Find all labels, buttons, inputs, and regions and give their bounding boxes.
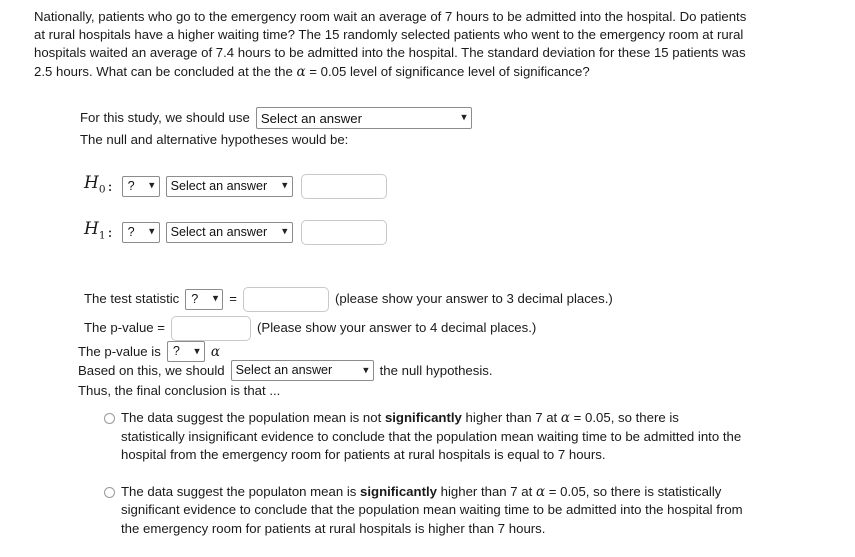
test-statistic-type-select-wrapper[interactable]: ? <box>185 288 224 310</box>
alpha-symbol: α <box>296 63 306 80</box>
problem-paragraph-tail: = 0.05 level of significance level of si… <box>305 63 590 79</box>
alpha-symbol: α <box>535 483 546 500</box>
hypothesis-alt-colon: : <box>107 223 113 241</box>
emphasis-significantly: significantly <box>360 483 437 499</box>
p-value-comparison-label: The p-value is <box>78 343 161 359</box>
hypothesis-null-param-select-wrapper[interactable]: ? <box>121 175 160 197</box>
conclusion-options-group: The data suggest the population mean is … <box>0 409 855 539</box>
test-statistic-row: The test statistic ? = (please show your… <box>84 284 855 314</box>
hypothesis-alt-relation-select-wrapper[interactable]: Select an answer <box>165 221 293 243</box>
study-method-select[interactable]: Select an answer <box>255 107 472 129</box>
p-value-row: The p-value = (Please show your answer t… <box>84 314 855 342</box>
emphasis-significantly: significantly <box>384 410 462 425</box>
question-body: For this study, we should use Select an … <box>0 106 855 557</box>
hypothesis-alt-value-input[interactable] <box>300 219 387 245</box>
decision-suffix-label: the null hypothesis. <box>379 362 493 378</box>
p-value-alpha-symbol: α <box>210 343 220 360</box>
problem-statement: Nationally, patients who go to the emerg… <box>34 8 756 81</box>
hypothesis-alt-row: H1 : ? Select an answer <box>84 214 855 250</box>
decision-select[interactable]: Select an answer <box>230 360 374 381</box>
p-value-input[interactable] <box>171 315 252 341</box>
p-value-comparison-select[interactable]: ? <box>166 341 205 362</box>
p-value-hint: (Please show your answer to 4 decimal pl… <box>257 320 537 335</box>
conclusion-prompt-row: Thus, the final conclusion is that ... <box>78 380 855 401</box>
p-value-label: The p-value = <box>84 320 166 335</box>
hypothesis-null-value-input[interactable] <box>300 173 387 199</box>
conclusion-prompt-label: Thus, the final conclusion is that ... <box>78 382 281 398</box>
decision-row: Based on this, we should Select an answe… <box>78 360 855 381</box>
hypothesis-null-colon: : <box>107 177 113 195</box>
hypothesis-alt-label: H1 <box>84 218 106 242</box>
study-method-label: For this study, we should use <box>80 110 250 125</box>
hypothesis-null-param-select[interactable]: ? <box>121 175 160 197</box>
conclusion-option-1-label: The data suggest the population mean is … <box>121 410 742 463</box>
decision-prefix-label: Based on this, we should <box>78 362 225 378</box>
hypothesis-alt-param-select-wrapper[interactable]: ? <box>121 221 160 243</box>
test-statistic-hint: (please show your answer to 3 decimal pl… <box>334 291 613 306</box>
test-statistic-type-select[interactable]: ? <box>185 288 224 310</box>
conclusion-option-2-label: The data suggest the populaton mean is s… <box>121 483 743 536</box>
hypothesis-null-relation-select-wrapper[interactable]: Select an answer <box>165 175 293 197</box>
statistics-block: The test statistic ? = (please show your… <box>0 284 855 401</box>
radio-button-icon[interactable] <box>104 486 115 498</box>
test-statistic-equals: = <box>229 291 237 306</box>
radio-button-icon[interactable] <box>104 413 115 424</box>
study-method-row: For this study, we should use Select an … <box>80 106 855 130</box>
conclusion-option-1[interactable]: The data suggest the population mean is … <box>104 409 744 465</box>
alpha-symbol: α <box>560 410 570 426</box>
p-value-comparison-row: The p-value is ? α <box>78 341 855 362</box>
hypothesis-null-label: H0 <box>84 172 106 196</box>
hypothesis-null-relation-select[interactable]: Select an answer <box>165 175 293 197</box>
decision-select-wrapper[interactable]: Select an answer <box>230 360 374 381</box>
test-statistic-input[interactable] <box>242 286 329 312</box>
p-value-comparison-select-wrapper[interactable]: ? <box>166 341 205 362</box>
hypothesis-alt-relation-select[interactable]: Select an answer <box>165 221 293 243</box>
conclusion-option-2[interactable]: The data suggest the populaton mean is s… <box>104 483 744 539</box>
hypotheses-prompt-label: The null and alternative hypotheses woul… <box>80 132 349 147</box>
hypothesis-null-row: H0 : ? Select an answer <box>84 168 855 204</box>
study-method-select-wrapper[interactable]: Select an answer <box>255 107 472 129</box>
test-statistic-label: The test statistic <box>84 291 180 306</box>
hypothesis-alt-param-select[interactable]: ? <box>121 221 160 243</box>
hypotheses-prompt-row: The null and alternative hypotheses woul… <box>80 130 855 150</box>
